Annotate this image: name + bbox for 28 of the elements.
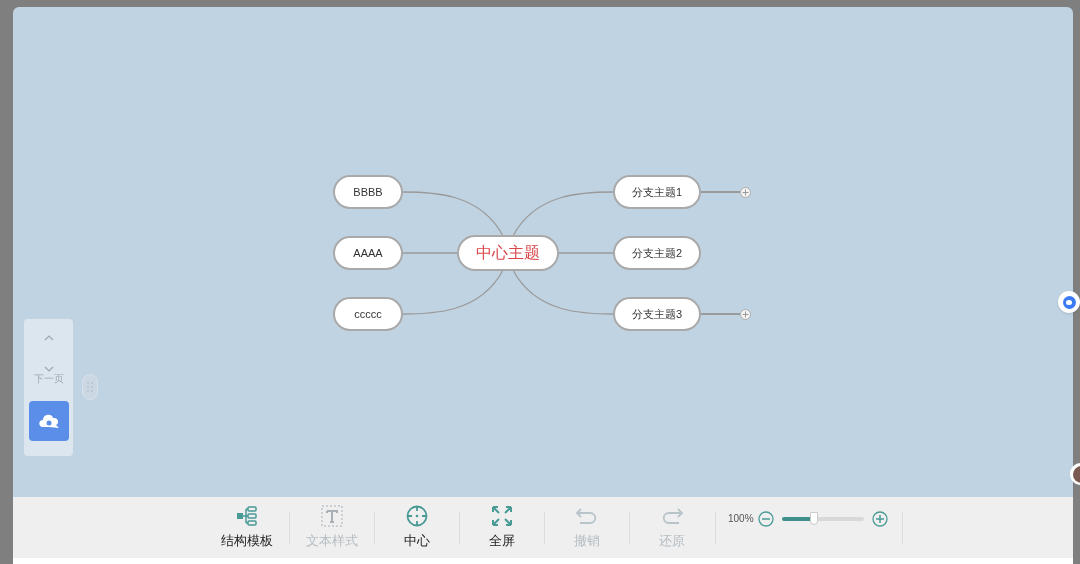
topic-node[interactable]: BBBB: [333, 175, 403, 209]
tree-structure-icon: [235, 504, 259, 529]
chevron-up-icon[interactable]: [43, 335, 54, 341]
toolbar-button[interactable]: 中心: [375, 504, 459, 551]
expand-icon[interactable]: [740, 186, 751, 198]
topic-node[interactable]: AAAA: [333, 236, 403, 270]
connector-line: [558, 252, 614, 254]
text-icon: [320, 504, 344, 529]
expand-icon[interactable]: [740, 308, 751, 320]
topic-node[interactable]: ccccc: [333, 297, 403, 331]
connector-line: [701, 191, 740, 193]
connector-line: [402, 252, 458, 254]
expand-arrows-icon: [490, 504, 514, 529]
toolbar-button[interactable]: 结构模板: [205, 504, 289, 551]
cloud-button[interactable]: [28, 401, 69, 441]
topic-node[interactable]: 分支主题3: [613, 297, 701, 331]
zoom-reading: 100%: [728, 512, 754, 526]
zoom-in-icon[interactable]: [871, 510, 888, 527]
drag-handle[interactable]: [82, 374, 98, 400]
topic-node[interactable]: 分支主题1: [613, 175, 701, 209]
connector-line: [701, 313, 740, 315]
toolbar-button[interactable]: 全屏: [460, 504, 544, 551]
chat-icon[interactable]: [1058, 291, 1080, 313]
central-topic-node[interactable]: 中心主题: [457, 235, 559, 271]
topic-node[interactable]: 分支主题2: [613, 236, 701, 270]
crosshair-icon: [405, 504, 429, 529]
chevron-down-icon[interactable]: [43, 366, 54, 372]
zoom-out-icon[interactable]: [757, 510, 774, 527]
